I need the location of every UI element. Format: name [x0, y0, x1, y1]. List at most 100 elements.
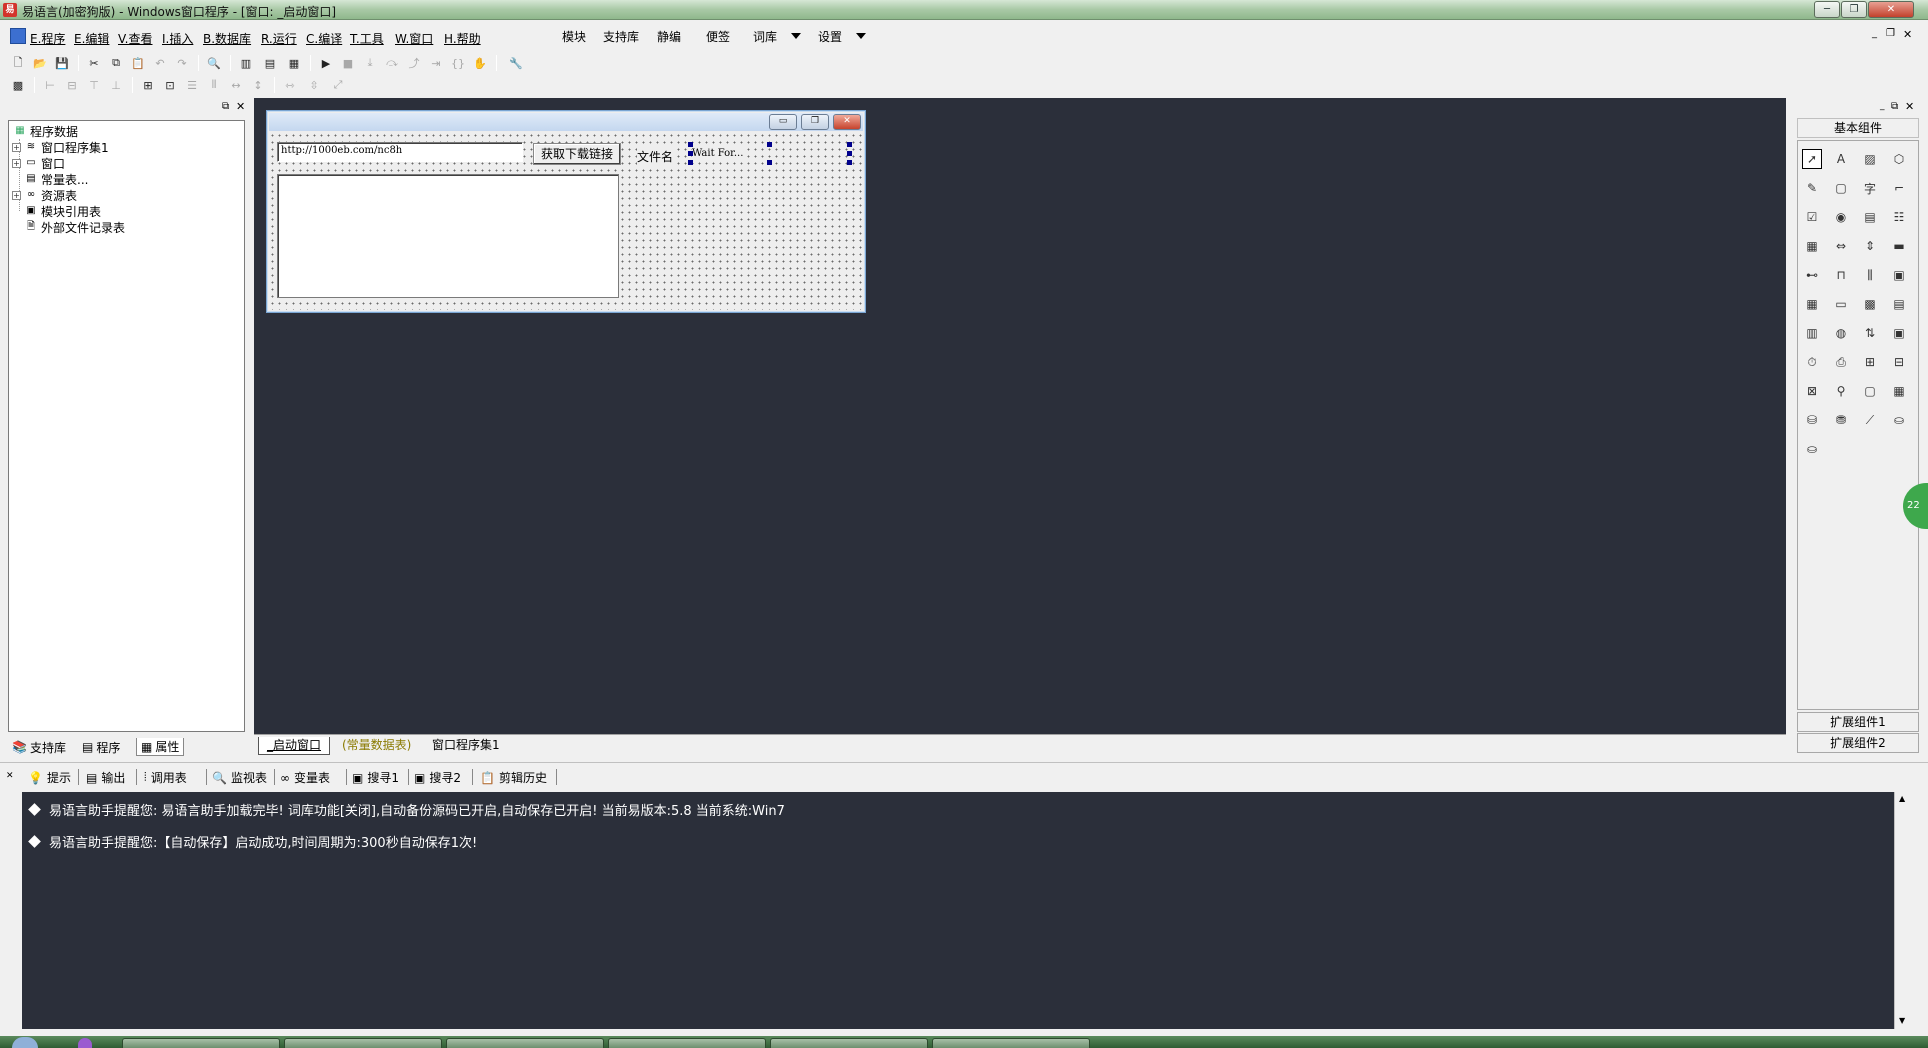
client-icon[interactable]: ⊟ — [1889, 352, 1909, 372]
layout-top-icon[interactable]: ▤ — [262, 55, 278, 71]
tab-constants-table[interactable]: (常量数据表) — [334, 737, 419, 755]
mdi-minimize-icon[interactable]: _ — [1872, 28, 1877, 39]
chart-icon[interactable]: ▥ — [1802, 323, 1822, 343]
tree-item-module-refs[interactable]: ▣ 模块引用表 — [24, 203, 101, 219]
tree-item-window[interactable]: + ▭ 窗口 — [12, 155, 65, 171]
calendar-icon[interactable]: ▣ — [1889, 265, 1909, 285]
selection-handle[interactable] — [847, 151, 852, 156]
button-icon[interactable]: ▭ — [1831, 294, 1851, 314]
document-icon[interactable] — [10, 28, 26, 44]
tab-clip-history[interactable]: 📋 剪辑历史 — [480, 769, 547, 786]
menu-support-lib[interactable]: 支持库 — [603, 28, 639, 45]
expand-icon[interactable]: + — [12, 190, 21, 200]
menu-lexicon[interactable]: 词库 — [753, 28, 777, 45]
timer-icon[interactable]: ⏱ — [1802, 352, 1822, 372]
updown-icon[interactable]: ⇅ — [1860, 323, 1880, 343]
hand-icon[interactable]: ✋ — [472, 55, 488, 71]
equal-width-icon[interactable]: ↔ — [228, 77, 244, 93]
taskbar-window-button[interactable] — [608, 1038, 766, 1048]
menu-tools[interactable]: T.工具 — [350, 30, 384, 47]
extension-components-2[interactable]: 扩展组件2 — [1797, 733, 1919, 753]
label-icon[interactable]: A — [1831, 149, 1851, 169]
taskbar-app-icon[interactable] — [78, 1038, 92, 1048]
odbc-icon[interactable]: ⛀ — [1889, 410, 1909, 430]
basic-components-header[interactable]: 基本组件 — [1797, 118, 1919, 138]
line-icon[interactable]: ⌐ — [1889, 178, 1909, 198]
space-horizontal-icon[interactable]: ⫴ — [206, 77, 222, 93]
panel-icon[interactable]: ▦ — [1889, 381, 1909, 401]
graph-icon[interactable]: ⟋ — [1860, 410, 1880, 430]
combobox-icon[interactable]: ▤ — [1860, 207, 1880, 227]
menu-window[interactable]: W.窗口 — [395, 30, 433, 47]
selection-handle[interactable] — [688, 160, 693, 165]
copy-icon[interactable]: ⧉ — [108, 55, 124, 71]
step-over-icon[interactable]: ⤼ — [384, 55, 400, 71]
panel-restore-icon[interactable]: ⧉ — [1891, 101, 1898, 112]
close-window-button[interactable]: ✕ — [1868, 1, 1914, 18]
menu-program[interactable]: E.程序 — [30, 30, 65, 47]
center-vertical-icon[interactable]: ⊡ — [162, 77, 178, 93]
same-size-icon[interactable]: ⤢ — [330, 77, 346, 93]
run-to-cursor-icon[interactable]: ⇥ — [428, 55, 444, 71]
window-icon[interactable]: ▣ — [1889, 323, 1909, 343]
breakpoint-icon[interactable]: {} — [450, 55, 466, 71]
picture-icon[interactable]: ▨ — [1860, 149, 1880, 169]
tab-properties[interactable]: ▦ 属性 — [136, 738, 185, 756]
groupbox-icon[interactable]: ▢ — [1831, 178, 1851, 198]
network-icon[interactable]: ⊞ — [1860, 352, 1880, 372]
taskbar-window-button[interactable] — [770, 1038, 928, 1048]
odbc-source-icon[interactable]: ⛀ — [1802, 439, 1822, 459]
open-folder-icon[interactable]: 📂 — [32, 55, 48, 71]
same-width-icon[interactable]: ⇿ — [282, 77, 298, 93]
tab-startup-window[interactable]: _启动窗口 — [258, 737, 331, 755]
menu-help[interactable]: H.帮助 — [444, 30, 481, 47]
selection-handle[interactable] — [688, 142, 693, 147]
redo-icon[interactable]: ↷ — [174, 55, 190, 71]
output-console[interactable]: 易语言助手提醒您: 易语言助手加载完毕! 词库功能[关闭],自动备份源码已开启,… — [22, 792, 1894, 1029]
layout-full-icon[interactable]: ▦ — [286, 55, 302, 71]
save-icon[interactable]: 💾 — [54, 55, 70, 71]
document-icon[interactable]: ▤ — [1889, 294, 1909, 314]
center-horizontal-icon[interactable]: ⊞ — [140, 77, 156, 93]
panel-restore-icon[interactable]: ⧉ — [222, 101, 229, 112]
layout-left-icon[interactable]: ▥ — [238, 55, 254, 71]
form-maximize-button[interactable]: ❐ — [801, 114, 829, 130]
checkbox-icon[interactable]: ☑ — [1802, 207, 1822, 227]
scroll-down-icon[interactable]: ▼ — [1899, 1016, 1905, 1025]
frame-icon[interactable]: ▢ — [1860, 381, 1880, 401]
text-icon[interactable]: 字 — [1860, 178, 1880, 198]
tab-program[interactable]: ▤ 程序 — [78, 738, 125, 756]
output-edit-box[interactable] — [277, 174, 619, 298]
selection-handle[interactable] — [847, 160, 852, 165]
mdi-restore-icon[interactable]: ❐ — [1886, 28, 1895, 39]
taskbar-window-button[interactable] — [932, 1038, 1090, 1048]
listbox-icon[interactable]: ☷ — [1889, 207, 1909, 227]
tree-item-external-files[interactable]: 🗎 外部文件记录表 — [24, 219, 125, 235]
equal-height-icon[interactable]: ↕ — [250, 77, 266, 93]
menu-notes[interactable]: 便签 — [706, 28, 730, 45]
menu-view[interactable]: V.查看 — [118, 30, 152, 47]
tab-call-stack[interactable]: ⦙ 调用表 — [144, 769, 187, 786]
menu-database[interactable]: B.数据库 — [203, 30, 251, 47]
settings-dropdown-icon[interactable] — [856, 33, 866, 39]
column-icon[interactable]: ⫼ — [1860, 265, 1880, 285]
tab-support-lib[interactable]: 📚 支持库 — [8, 738, 70, 756]
editbox-icon[interactable]: ✎ — [1802, 178, 1822, 198]
menu-static-compile[interactable]: 静编 — [657, 28, 681, 45]
expand-icon[interactable]: + — [12, 142, 21, 152]
panel-close-icon[interactable]: ✕ — [1905, 100, 1914, 113]
stop-icon[interactable]: ■ — [340, 55, 356, 71]
helper-tool-icon[interactable]: 🔧 — [508, 55, 524, 71]
menu-edit[interactable]: E.编辑 — [74, 30, 109, 47]
shape-icon[interactable]: ⬡ — [1889, 149, 1909, 169]
menu-insert[interactable]: I.插入 — [162, 30, 193, 47]
tree-root[interactable]: ▦ 程序数据 — [13, 123, 78, 139]
form-minimize-button[interactable]: ▭ — [769, 114, 797, 130]
printer-icon[interactable]: ⎙ — [1831, 352, 1851, 372]
hscroll-icon[interactable]: ⇔ — [1831, 236, 1851, 256]
start-button[interactable] — [12, 1037, 38, 1048]
designer-form-window[interactable]: ▭ ❐ ✕ http://1000eb.com/nc8h 获取下载链接 文件名 … — [266, 110, 866, 313]
selection-handle[interactable] — [767, 142, 772, 147]
new-file-icon[interactable]: 🗋 — [10, 55, 26, 71]
panel-pin-icon[interactable]: _ — [1880, 101, 1885, 111]
